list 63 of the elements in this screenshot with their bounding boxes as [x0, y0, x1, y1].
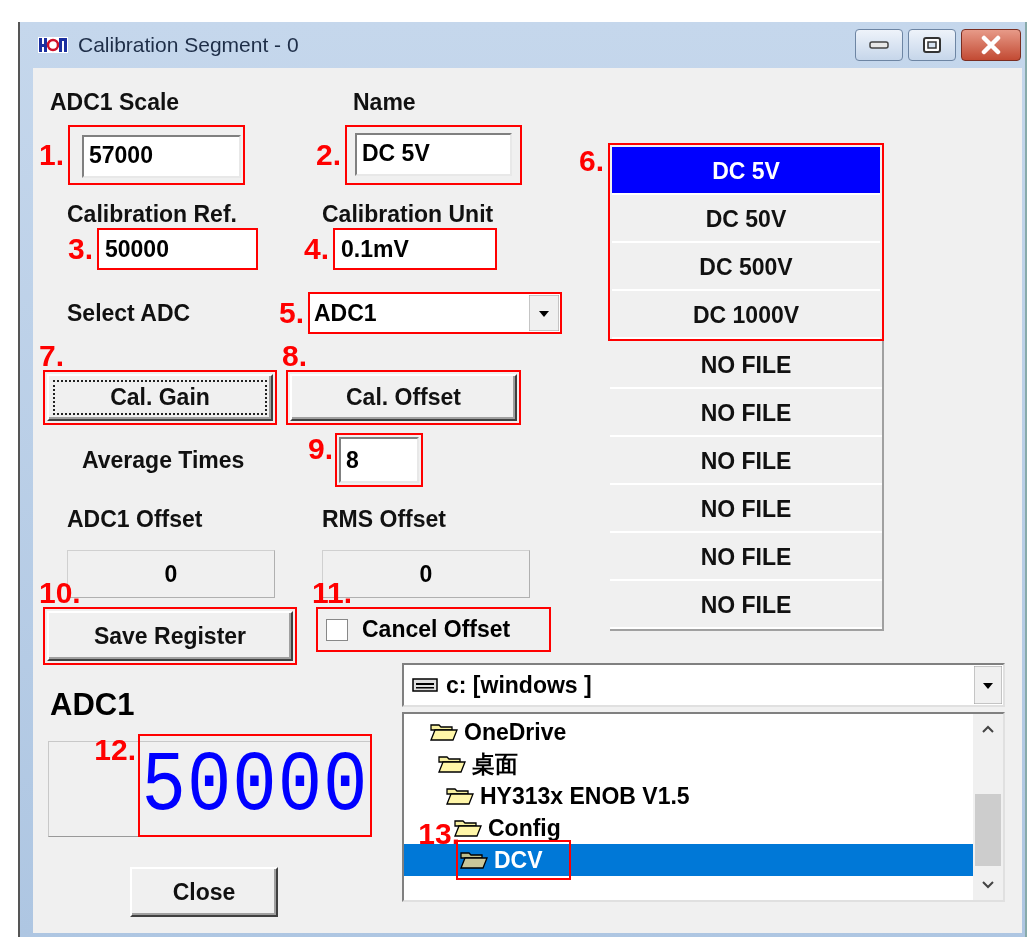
callout-number: 7. — [39, 340, 65, 372]
drive-dropdown[interactable]: c: [windows ] — [402, 663, 1005, 707]
segment-list-item[interactable]: DC 50V — [612, 195, 880, 243]
field-label: ADC1 Offset — [67, 505, 204, 533]
callout-number: 12. — [94, 734, 136, 766]
callout-number: 9. — [307, 433, 333, 465]
folder-icon — [446, 786, 474, 806]
segment-list-item[interactable]: NO FILE — [610, 581, 882, 629]
callout-number: 3. — [67, 233, 93, 265]
folder-item[interactable]: DCV — [460, 846, 543, 874]
checkbox[interactable] — [326, 618, 348, 641]
field-label: Name — [353, 88, 416, 116]
segment-reading: 50000 — [141, 736, 369, 836]
close-dialog-button[interactable]: Close — [130, 867, 278, 917]
minimize-button[interactable] — [855, 29, 903, 61]
close-button[interactable] — [961, 29, 1021, 61]
average-times-input[interactable]: 8 — [339, 437, 419, 483]
segment-list-item[interactable]: DC 5V — [612, 147, 880, 195]
cal-gain-button[interactable]: Cal. Gain — [47, 374, 273, 421]
field-label: Select ADC — [67, 300, 191, 326]
segment-list-item[interactable]: NO FILE — [610, 485, 882, 533]
maximize-icon — [921, 36, 943, 54]
callout-number: 11. — [312, 577, 353, 609]
minimize-icon — [868, 40, 890, 50]
folder-icon — [430, 722, 458, 742]
folder-item[interactable]: OneDrive — [430, 718, 567, 746]
field-label: ADC1 Scale — [50, 88, 181, 116]
drive-icon — [412, 677, 438, 693]
scrollbar[interactable] — [973, 714, 1003, 900]
field-label: RMS Offset — [322, 505, 446, 533]
scale-input[interactable]: 57000 — [82, 135, 241, 178]
callout-number: 8. — [282, 340, 308, 372]
callout-number: 2. — [315, 139, 341, 171]
folder-item[interactable]: 桌面 — [438, 748, 518, 780]
field-label: Calibration Unit — [322, 200, 494, 228]
callout-number: 10. — [39, 577, 81, 609]
field-label: Average Times — [82, 447, 245, 473]
callout-number: 4. — [303, 233, 329, 265]
checkbox-label[interactable]: Cancel Offset — [362, 616, 511, 643]
callout-number: 6. — [578, 145, 604, 177]
folder-item[interactable]: HY313x ENOB V1.5 — [446, 782, 690, 810]
save-register-button[interactable]: Save Register — [47, 611, 293, 661]
dropdown-arrow-icon[interactable] — [529, 295, 559, 331]
close-icon — [979, 35, 1003, 55]
callout-number: 5. — [278, 297, 304, 329]
callout-number: 13. — [418, 818, 460, 850]
segment-list-item[interactable]: NO FILE — [610, 341, 882, 389]
folder-icon — [438, 754, 466, 774]
segment-list-item[interactable]: NO FILE — [610, 437, 882, 485]
segment-list-item[interactable]: NO FILE — [610, 389, 882, 437]
segment-list-item[interactable]: DC 1000V — [612, 291, 880, 339]
segment-list-item[interactable]: NO FILE — [610, 533, 882, 581]
app-logo-icon — [38, 36, 68, 54]
callout-number: 1. — [38, 139, 64, 171]
display-title: ADC1 — [50, 687, 135, 723]
dropdown-arrow-icon[interactable] — [974, 666, 1002, 704]
folder-icon — [460, 850, 488, 870]
window-title: Calibration Segment - 0 — [78, 33, 299, 57]
field-label: Calibration Ref. — [67, 200, 238, 228]
maximize-button[interactable] — [908, 29, 956, 61]
segment-list-item[interactable]: DC 500V — [612, 243, 880, 291]
cal-offset-button[interactable]: Cal. Offset — [290, 374, 517, 421]
name-input[interactable]: DC 5V — [355, 133, 512, 176]
